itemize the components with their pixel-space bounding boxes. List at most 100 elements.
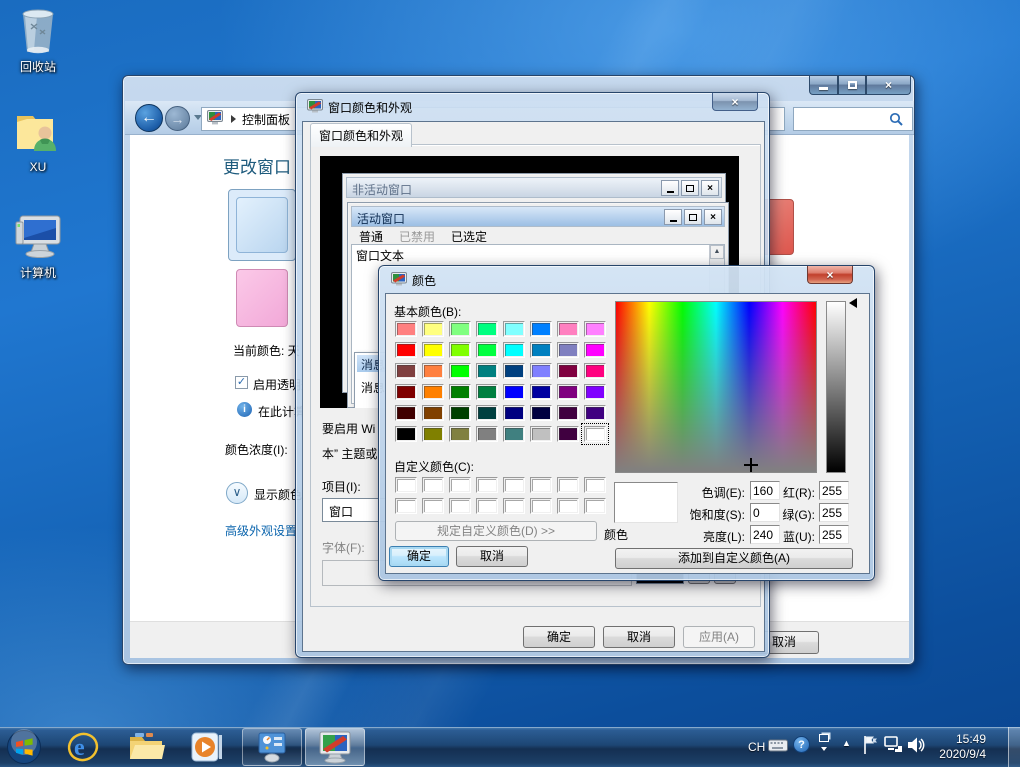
back-button[interactable]: ← — [135, 104, 163, 132]
search-box[interactable] — [793, 107, 913, 131]
color-cell[interactable] — [395, 477, 417, 493]
color-cell[interactable] — [449, 477, 471, 493]
transparency-checkbox[interactable]: ✓ — [235, 376, 248, 389]
tab-window-color[interactable]: 窗口颜色和外观 — [310, 123, 412, 147]
color-cell[interactable] — [449, 321, 471, 337]
minimize-button[interactable] — [809, 76, 838, 95]
color-cell[interactable] — [422, 321, 444, 337]
help-icon[interactable]: ? — [793, 736, 810, 753]
color-cell[interactable] — [503, 342, 525, 358]
color-cell[interactable] — [449, 426, 471, 442]
hidden-icons-arrow[interactable]: ▲ — [842, 738, 851, 748]
theme-color-swatch-selected[interactable] — [228, 189, 296, 261]
color-cell[interactable] — [557, 498, 579, 514]
network-icon[interactable] — [884, 736, 903, 757]
color-cell[interactable] — [449, 363, 471, 379]
color-cell[interactable] — [422, 498, 444, 514]
show-desktop-button[interactable] — [1008, 727, 1020, 767]
color-cell[interactable] — [395, 405, 417, 421]
color-cell[interactable] — [503, 384, 525, 400]
color-cell[interactable] — [530, 405, 552, 421]
color-cell[interactable] — [557, 405, 579, 421]
color-cell[interactable] — [557, 363, 579, 379]
color-cell[interactable] — [449, 384, 471, 400]
color-cell[interactable] — [584, 498, 606, 514]
close-button[interactable]: × — [807, 266, 853, 284]
color-cell[interactable] — [395, 321, 417, 337]
desktop-icon-xu-folder[interactable]: XU — [5, 106, 71, 174]
color-cell[interactable] — [476, 321, 498, 337]
color-cell[interactable] — [557, 477, 579, 493]
taskbar-wmp-button[interactable] — [188, 730, 226, 764]
blue-input[interactable] — [819, 525, 849, 544]
color-cell[interactable] — [449, 405, 471, 421]
taskbar-personalization-button[interactable] — [305, 728, 365, 766]
color-cell[interactable] — [530, 426, 552, 442]
start-button[interactable] — [5, 729, 43, 765]
color-cell[interactable] — [476, 342, 498, 358]
color-cell[interactable] — [584, 342, 606, 358]
color-cell[interactable] — [530, 384, 552, 400]
taskbar-explorer-button[interactable] — [126, 730, 166, 764]
color-cell[interactable] — [503, 426, 525, 442]
volume-icon[interactable] — [906, 736, 925, 757]
color-cell[interactable] — [449, 498, 471, 514]
ok-button[interactable]: 确定 — [389, 546, 449, 567]
color-cell[interactable] — [530, 477, 552, 493]
window-popup-icon[interactable] — [819, 734, 829, 742]
color-cell[interactable] — [557, 321, 579, 337]
advanced-appearance-link[interactable]: 高级外观设置 — [225, 522, 297, 539]
cancel-button[interactable]: 取消 — [603, 626, 675, 648]
desktop-icon-computer[interactable]: 计算机 — [5, 212, 71, 281]
color-cell[interactable] — [422, 477, 444, 493]
desktop-icon-recycle-bin[interactable]: 回收站 — [5, 6, 71, 75]
color-cell[interactable] — [422, 342, 444, 358]
color-cell[interactable] — [476, 498, 498, 514]
clock[interactable]: 15:49 2020/9/4 — [926, 732, 986, 762]
green-input[interactable] — [819, 503, 849, 522]
color-cell[interactable] — [584, 477, 606, 493]
color-cell[interactable] — [584, 426, 606, 442]
color-cell[interactable] — [395, 498, 417, 514]
red-input[interactable] — [819, 481, 849, 500]
color-cell[interactable] — [530, 321, 552, 337]
color-cell[interactable] — [584, 321, 606, 337]
maximize-button[interactable] — [838, 76, 866, 95]
color-cell[interactable] — [584, 384, 606, 400]
cancel-button[interactable]: 取消 — [456, 546, 528, 567]
color-cell[interactable] — [422, 426, 444, 442]
color-cell[interactable] — [422, 405, 444, 421]
color-cell[interactable] — [395, 384, 417, 400]
theme-color-swatch-pink[interactable] — [236, 269, 288, 327]
taskbar-control-panel-button[interactable] — [242, 728, 302, 766]
color-cell[interactable] — [503, 477, 525, 493]
color-cell[interactable] — [395, 342, 417, 358]
color-cell[interactable] — [530, 498, 552, 514]
language-indicator[interactable]: CH — [748, 740, 765, 754]
ok-button[interactable]: 确定 — [523, 626, 595, 648]
color-cell[interactable] — [557, 342, 579, 358]
color-cell[interactable] — [476, 405, 498, 421]
show-mixer-chevron-button[interactable]: ∨ — [226, 482, 248, 504]
taskbar-ie-button[interactable]: e — [64, 730, 102, 764]
color-cell[interactable] — [584, 405, 606, 421]
color-cell[interactable] — [422, 363, 444, 379]
breadcrumb-location[interactable]: 控制面板 — [242, 111, 290, 128]
hue-saturation-field[interactable] — [615, 301, 817, 473]
color-cell[interactable] — [557, 426, 579, 442]
forward-button[interactable]: → — [165, 106, 190, 131]
color-cell[interactable] — [530, 363, 552, 379]
search-icon[interactable] — [889, 112, 904, 130]
color-cell[interactable] — [503, 363, 525, 379]
close-button[interactable]: × — [866, 76, 911, 95]
color-cell[interactable] — [503, 405, 525, 421]
add-to-custom-colors-button[interactable]: 添加到自定义颜色(A) — [615, 548, 853, 569]
color-cell[interactable] — [584, 363, 606, 379]
color-cell[interactable] — [395, 426, 417, 442]
color-cell[interactable] — [476, 363, 498, 379]
luminance-bar[interactable] — [826, 301, 846, 473]
popup-caret-icon[interactable] — [821, 747, 827, 751]
color-cell[interactable] — [476, 477, 498, 493]
color-cell[interactable] — [395, 363, 417, 379]
color-cell[interactable] — [422, 384, 444, 400]
